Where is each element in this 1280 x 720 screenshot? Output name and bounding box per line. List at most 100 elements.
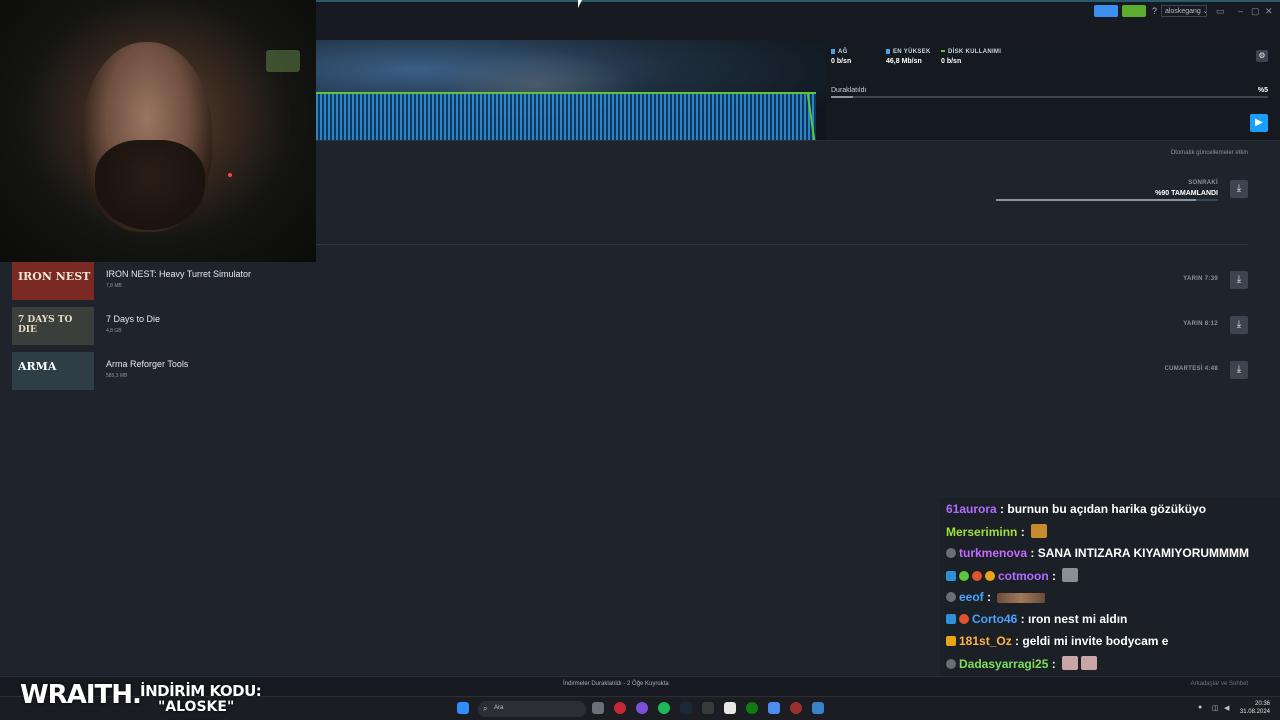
xbox-icon[interactable] <box>746 702 758 714</box>
app-icon[interactable] <box>812 702 824 714</box>
notifications-button[interactable] <box>1122 5 1146 17</box>
close-icon[interactable]: ✕ <box>1265 6 1273 17</box>
emote-icon <box>997 593 1046 603</box>
maximize-icon[interactable]: ▢ <box>1251 6 1260 17</box>
download-button[interactable]: ⤓ <box>1230 316 1248 334</box>
emote-icon <box>1081 656 1098 670</box>
emote-icon <box>1062 568 1079 582</box>
stat-peak: EN YÜKSEK 46,8 Mb/sn <box>886 49 931 65</box>
sub-badge-icon <box>985 571 995 581</box>
game-size: 4,8 GB <box>106 328 122 334</box>
chat-message: turkmenova : SANA INTIZARA KIYAMIYORUMMM… <box>946 546 1249 566</box>
play-icon: ▶ <box>1255 117 1263 128</box>
chat-username: cotmoon <box>998 569 1049 583</box>
thumbnail-title: IRON NEST <box>18 270 91 283</box>
download-button[interactable]: ⤓ <box>1230 361 1248 379</box>
queue-item[interactable]: 7 DAYS TO DIE 7 Days to Die 4,8 GB YARIN… <box>12 307 1248 347</box>
discord-icon[interactable] <box>636 702 648 714</box>
account-menu[interactable]: aloskegang ⌄ <box>1161 5 1207 17</box>
queue-item[interactable]: ARMA Arma Reforger Tools 585,3 MB CUMART… <box>12 352 1248 392</box>
badge-icon <box>946 548 956 558</box>
chat-username: 61aurora <box>946 502 997 516</box>
game-title: 7 Days to Die <box>106 314 161 324</box>
friends-chat-button[interactable]: Arkadaşlar ve Sohbet <box>1191 681 1248 687</box>
network-bar-icon <box>831 49 835 54</box>
task-view-icon[interactable] <box>592 702 604 714</box>
chat-message: Dadasyarragi25 : <box>946 656 1098 676</box>
next-progress-fill <box>996 199 1196 201</box>
chat-text: burnun bu açıdan harika gözüküyo <box>1007 502 1207 516</box>
promo-code: "ALOSKE" <box>158 699 235 715</box>
chat-message: 181st_Oz : geldi mi invite bodycam e <box>946 634 1168 654</box>
game-size: 7,8 MB <box>106 283 122 289</box>
badge-icon <box>959 614 969 624</box>
gear-icon[interactable]: ⚙ <box>1256 50 1268 62</box>
chat-text: SANA INTIZARA KIYAMIYORUMMMM <box>1037 546 1250 560</box>
download-icon: ⤓ <box>1236 319 1242 330</box>
opera-icon[interactable] <box>614 702 626 714</box>
webcam-background-light <box>266 50 300 72</box>
webcam-overlay <box>0 0 316 262</box>
app-icon[interactable] <box>790 702 802 714</box>
clock-time: 20:36 <box>1254 701 1270 707</box>
capcut-icon[interactable] <box>724 702 736 714</box>
thumbnail-title: 7 DAYS TO DIE <box>18 315 73 335</box>
announcements-button[interactable] <box>1094 5 1118 17</box>
chat-username: eeof <box>959 590 984 604</box>
windows-start-icon[interactable] <box>457 702 469 714</box>
chat-message: Corto46 : ıron nest mi aldın <box>946 612 1127 632</box>
big-picture-icon[interactable]: ▭ <box>1216 6 1225 17</box>
scheduled-time: CUMARTESİ 4:48 <box>1164 366 1218 372</box>
search-input[interactable]: ⌕ Ara <box>478 701 586 717</box>
download-button[interactable]: ⤓ <box>1230 271 1248 289</box>
auto-updates-link[interactable]: Otomatik güncellemeler etkin <box>1171 150 1248 156</box>
search-icon: ⌕ <box>483 704 488 713</box>
verified-badge-icon <box>959 571 969 581</box>
download-icon: ⤓ <box>1236 183 1242 194</box>
thumbnail-title: ARMA <box>18 360 57 373</box>
resume-button[interactable]: ▶ <box>1250 114 1268 132</box>
mouse-cursor <box>578 0 582 8</box>
mic-icon[interactable]: ● <box>1198 704 1202 711</box>
stat-disk-value: 0 b/sn <box>941 58 962 65</box>
next-label: SONRAKİ <box>1188 180 1218 186</box>
stat-disk-label: DİSK KULLANIMI <box>948 49 1002 55</box>
bandwidth-graph <box>316 92 816 140</box>
copilot-icon[interactable] <box>768 702 780 714</box>
stat-peak-value: 46,8 Mb/sn <box>886 58 922 66</box>
next-status: %90 TAMAMLANDI <box>1155 190 1218 197</box>
chat-message: 61aurora : burnun bu açıdan harika gözük… <box>946 502 1207 516</box>
disk-usage-line <box>316 92 816 94</box>
headset-led <box>228 173 232 177</box>
paused-label: Duraklatıldı <box>831 87 867 94</box>
help-button[interactable]: ? <box>1152 6 1157 16</box>
spotify-icon[interactable] <box>658 702 670 714</box>
epic-games-icon[interactable] <box>702 702 714 714</box>
taskbar-clock[interactable]: 20:36 31.08.2024 <box>1240 700 1270 716</box>
promo-label: İNDİRİM KODU: <box>140 682 262 700</box>
queue-item[interactable]: IRON NEST IRON NEST: Heavy Turret Simula… <box>12 262 1248 302</box>
paused-percent: %5 <box>1257 87 1268 94</box>
chat-username: Merseriminn <box>946 525 1018 539</box>
download-icon: ⤓ <box>1236 364 1242 375</box>
game-thumbnail: ARMA <box>12 352 94 390</box>
scheduled-time: YARIN 8:12 <box>1183 321 1218 327</box>
chat-text: ıron nest mi aldın <box>1028 612 1128 626</box>
download-button[interactable]: ⤓ <box>1230 180 1248 198</box>
next-progress-bar <box>996 199 1218 201</box>
chat-message: Merseriminn : <box>946 524 1048 544</box>
sponsor-logo: WRAITH. <box>20 680 142 710</box>
scheduled-time: YARIN 7:39 <box>1183 276 1218 282</box>
downloads-status-link[interactable]: İndirmeler Duraklatıldı - 2 Öğe Kuyrukta <box>563 681 669 687</box>
volume-icon[interactable]: ◀ <box>1224 704 1229 712</box>
steam-icon[interactable] <box>680 702 692 714</box>
network-icon[interactable]: ◫ <box>1212 704 1219 712</box>
badge-icon <box>946 592 956 602</box>
chat-message: cotmoon : <box>946 568 1079 588</box>
minimize-icon[interactable]: – <box>1238 6 1243 16</box>
stat-disk: DİSK KULLANIMI 0 b/sn <box>941 49 1001 65</box>
download-hero: AĞ 0 b/sn EN YÜKSEK 46,8 Mb/sn DİSK KULL… <box>316 40 1280 140</box>
emote-icon <box>1031 524 1048 538</box>
chat-username: turkmenova <box>959 546 1028 560</box>
chat-text: geldi mi invite bodycam e <box>1022 634 1169 648</box>
